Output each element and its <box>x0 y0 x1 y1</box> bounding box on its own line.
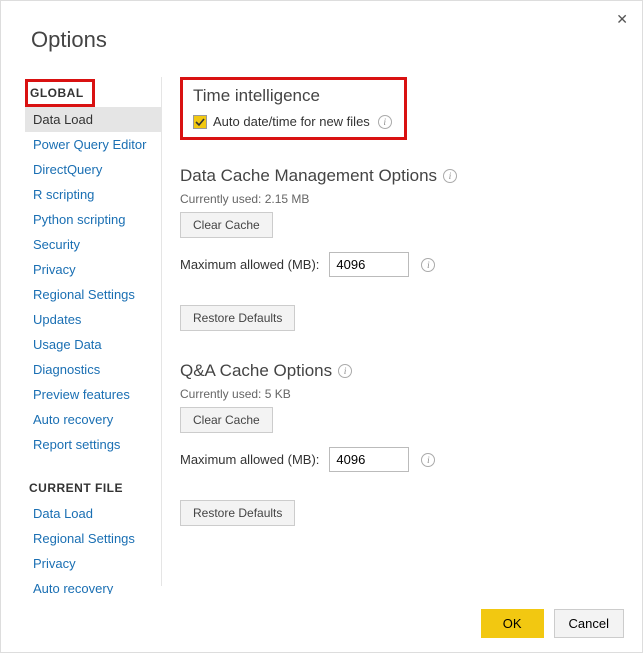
info-icon[interactable]: i <box>378 115 392 129</box>
time-intelligence-highlight: Time intelligence Auto date/time for new… <box>180 77 407 140</box>
main-panel: Time intelligence Auto date/time for new… <box>162 69 642 594</box>
close-icon[interactable]: ✕ <box>612 7 632 32</box>
qa-cache-used: Currently used: 5 KB <box>180 387 622 401</box>
data-cache-max-input[interactable] <box>329 252 409 277</box>
info-icon[interactable]: i <box>443 169 457 183</box>
sidebar-item-security[interactable]: Security <box>25 232 161 257</box>
restore-defaults-data-cache-button[interactable]: Restore Defaults <box>180 305 295 331</box>
dialog-title: Options <box>1 1 642 53</box>
sidebar-item-regional-settings[interactable]: Regional Settings <box>25 282 161 307</box>
data-cache-title: Data Cache Management Options <box>180 166 437 186</box>
sidebar-item-power-query-editor[interactable]: Power Query Editor <box>25 132 161 157</box>
current-file-header: CURRENT FILE <box>29 481 161 495</box>
qa-cache-max-input[interactable] <box>329 447 409 472</box>
auto-datetime-label: Auto date/time for new files <box>213 114 370 129</box>
sidebar-item-preview-features[interactable]: Preview features <box>25 382 161 407</box>
sidebar-item-directquery[interactable]: DirectQuery <box>25 157 161 182</box>
sidebar-item-cf-privacy[interactable]: Privacy <box>25 551 161 576</box>
data-cache-group: Data Cache Management Options i Currentl… <box>180 166 622 331</box>
sidebar-item-auto-recovery[interactable]: Auto recovery <box>25 407 161 432</box>
restore-defaults-qa-cache-button[interactable]: Restore Defaults <box>180 500 295 526</box>
info-icon[interactable]: i <box>421 258 435 272</box>
info-icon[interactable]: i <box>421 453 435 467</box>
sidebar-item-diagnostics[interactable]: Diagnostics <box>25 357 161 382</box>
global-header: GLOBAL <box>28 82 92 104</box>
sidebar-item-updates[interactable]: Updates <box>25 307 161 332</box>
ok-button[interactable]: OK <box>481 609 544 638</box>
sidebar-item-cf-regional-settings[interactable]: Regional Settings <box>25 526 161 551</box>
sidebar-item-r-scripting[interactable]: R scripting <box>25 182 161 207</box>
qa-cache-max-label: Maximum allowed (MB): <box>180 452 319 467</box>
qa-cache-title: Q&A Cache Options <box>180 361 332 381</box>
clear-qa-cache-button[interactable]: Clear Cache <box>180 407 273 433</box>
sidebar-item-data-load[interactable]: Data Load <box>25 107 161 132</box>
auto-datetime-checkbox[interactable] <box>193 115 207 129</box>
global-header-highlight: GLOBAL <box>25 79 95 107</box>
sidebar-item-usage-data[interactable]: Usage Data <box>25 332 161 357</box>
sidebar-item-python-scripting[interactable]: Python scripting <box>25 207 161 232</box>
dialog-footer: OK Cancel <box>481 609 624 638</box>
data-cache-used: Currently used: 2.15 MB <box>180 192 622 206</box>
sidebar-item-report-settings[interactable]: Report settings <box>25 432 161 457</box>
sidebar-item-cf-auto-recovery[interactable]: Auto recovery <box>25 576 161 594</box>
info-icon[interactable]: i <box>338 364 352 378</box>
cancel-button[interactable]: Cancel <box>554 609 624 638</box>
check-icon <box>195 117 205 127</box>
sidebar: GLOBAL Data Load Power Query Editor Dire… <box>1 69 161 594</box>
sidebar-item-privacy[interactable]: Privacy <box>25 257 161 282</box>
time-intelligence-title: Time intelligence <box>193 86 392 106</box>
data-cache-max-label: Maximum allowed (MB): <box>180 257 319 272</box>
sidebar-item-cf-data-load[interactable]: Data Load <box>25 501 161 526</box>
qa-cache-group: Q&A Cache Options i Currently used: 5 KB… <box>180 361 622 526</box>
clear-data-cache-button[interactable]: Clear Cache <box>180 212 273 238</box>
